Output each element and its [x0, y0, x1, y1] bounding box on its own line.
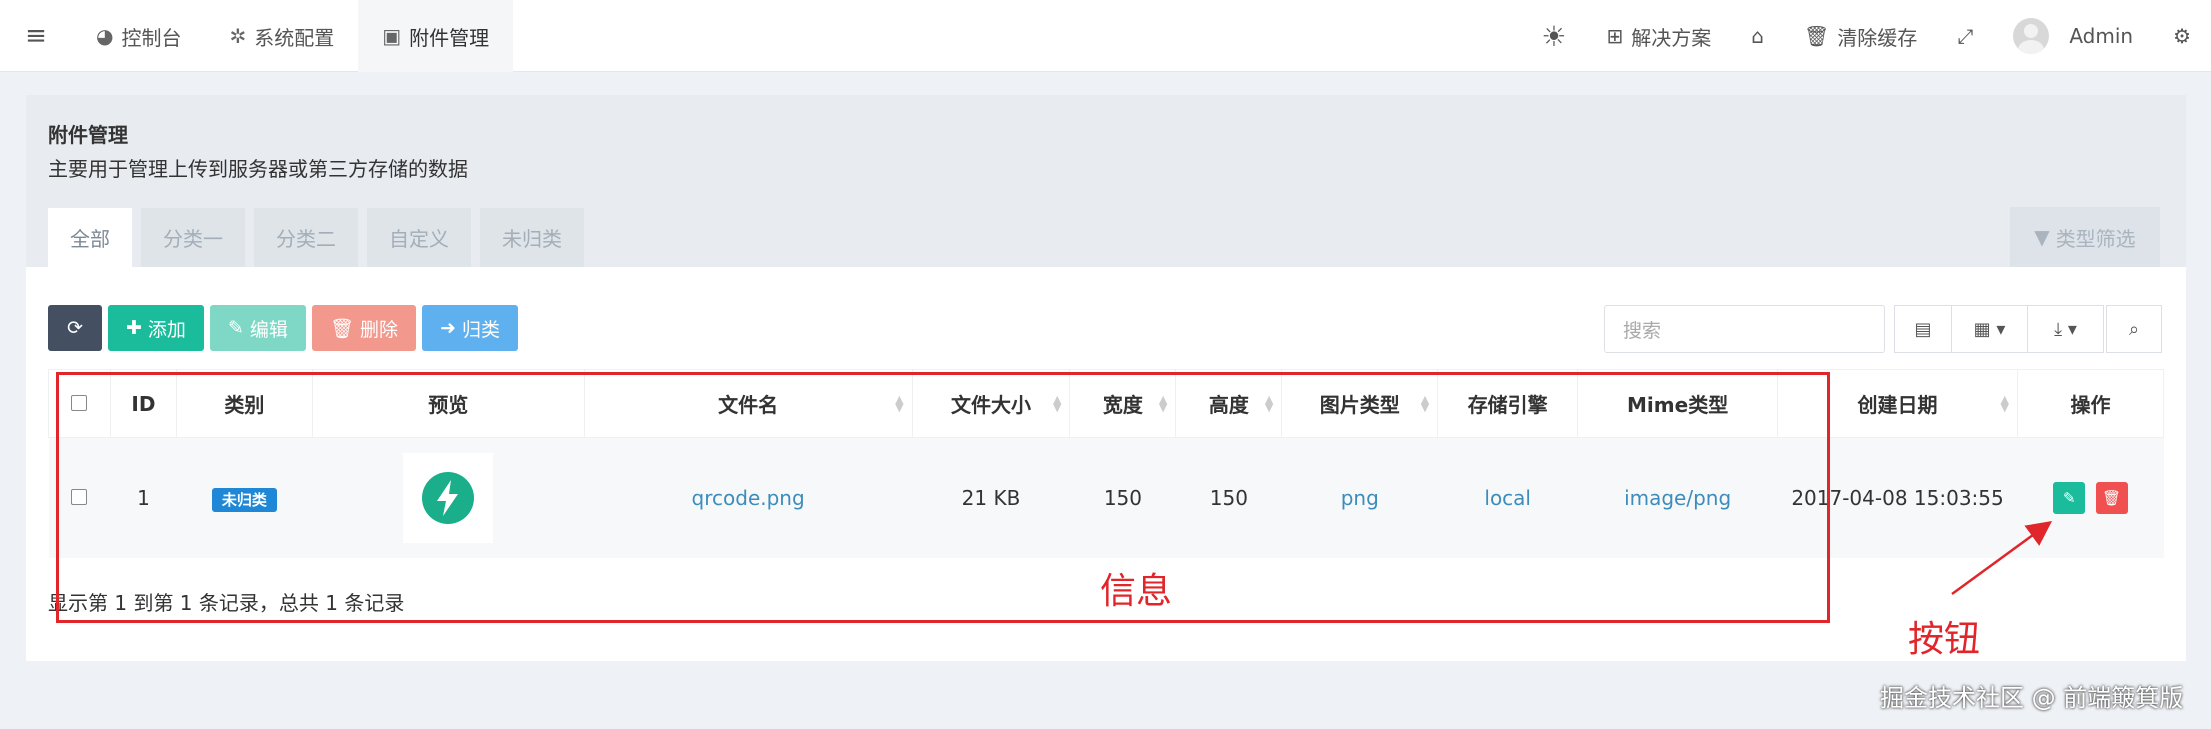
- annotation-label-info: 信息: [1100, 571, 1173, 612]
- toolbar: ⟳ ✚ 添加 ✎ 编辑 🗑 删除 ➜ 归类: [48, 305, 518, 351]
- menu-toggle-icon[interactable]: ≡: [0, 0, 72, 72]
- filter-icon: ▼: [2034, 225, 2050, 249]
- clear-cache-label: 清除缓存: [1837, 25, 1918, 50]
- nav-tab-label: 系统配置: [254, 25, 335, 50]
- image-icon: ▣: [382, 24, 402, 48]
- classify-label: 归类: [461, 318, 500, 341]
- nav-tab-config[interactable]: ✲ 系统配置: [205, 0, 358, 72]
- expand-icon: ⤢: [1957, 24, 1974, 48]
- trash-icon: 🗑: [2102, 488, 2122, 507]
- tab-unclassified[interactable]: 未归类: [480, 208, 584, 267]
- search-input[interactable]: 搜索: [1604, 305, 1885, 353]
- avatar: [2013, 18, 2050, 54]
- add-label: 添加: [147, 318, 186, 341]
- edit-button[interactable]: ✎ 编辑: [209, 305, 306, 351]
- type-filter-label: 类型筛选: [2055, 226, 2136, 251]
- dashboard-icon: ◕: [96, 24, 114, 48]
- tab-all[interactable]: 全部: [48, 208, 132, 267]
- columns-button[interactable]: ▦ ▾: [1952, 305, 2028, 353]
- annotation-arrow-icon: [1951, 521, 2053, 596]
- sun-icon: ☀: [1541, 19, 1567, 53]
- settings-button[interactable]: ⚙: [2153, 0, 2211, 72]
- grid-icon: ▦ ▾: [1973, 318, 2006, 340]
- refresh-button[interactable]: ⟳: [48, 305, 102, 351]
- gear-icon: ✲: [229, 24, 247, 48]
- tab-category-1[interactable]: 分类一: [141, 208, 245, 267]
- row-delete-button[interactable]: 🗑: [2095, 481, 2128, 514]
- solution-link[interactable]: ⊞ 解决方案: [1586, 0, 1731, 72]
- row-edit-button[interactable]: ✎: [2053, 481, 2086, 514]
- top-navbar: ≡ ◕ 控制台 ✲ 系统配置 ▣ 附件管理 ☀ ⊞ 解决方案 ⌂ 🗑 清除缓存: [0, 0, 2211, 72]
- add-button[interactable]: ✚ 添加: [108, 305, 204, 351]
- page-title: 附件管理: [48, 123, 128, 147]
- sitemap-icon: ⊞: [1606, 24, 1624, 48]
- tab-custom[interactable]: 自定义: [367, 208, 471, 267]
- list-icon: ▤: [1914, 318, 1932, 340]
- table-tools: ▤ ▦ ▾ ⤓ ▾: [1894, 305, 2104, 353]
- panel-heading: 附件管理 主要用于管理上传到服务器或第三方存储的数据 全部 分类一 分类二 自定…: [26, 95, 2186, 267]
- nav-tab-attachment[interactable]: ▣ 附件管理: [358, 0, 514, 72]
- annotation-label-buttons: 按钮: [1908, 619, 1981, 660]
- solution-label: 解决方案: [1631, 25, 1712, 50]
- clear-cache-link[interactable]: 🗑 清除缓存: [1784, 0, 1937, 72]
- username: Admin: [2069, 24, 2134, 48]
- annotation-box-info: [56, 372, 1830, 623]
- col-created-label: 创建日期: [1857, 393, 1938, 417]
- arrow-right-icon: ➜: [440, 317, 456, 339]
- sort-icon: ▲ ▼: [2000, 393, 2009, 414]
- col-actions: 操作: [2016, 369, 2165, 438]
- nav-tab-dashboard[interactable]: ◕ 控制台: [72, 0, 205, 72]
- search-button[interactable]: ⌕: [2106, 305, 2162, 353]
- trash-icon: 🗑: [329, 317, 354, 340]
- fullscreen-button[interactable]: ⤢: [1937, 0, 1993, 72]
- watermark: 掘金技术社区 @ 前端簸箕版: [1880, 684, 2184, 712]
- home-icon: ⌂: [1751, 24, 1764, 48]
- download-icon: ⤓ ▾: [2054, 318, 2077, 340]
- home-link[interactable]: ⌂: [1731, 0, 1784, 72]
- plus-icon: ✚: [126, 317, 142, 339]
- nav-tab-label: 控制台: [121, 25, 182, 50]
- edit-label: 编辑: [249, 318, 288, 341]
- classify-button[interactable]: ➜ 归类: [422, 305, 518, 351]
- gears-icon: ⚙: [2173, 24, 2191, 48]
- nav-tab-label: 附件管理: [409, 25, 490, 50]
- theme-toggle[interactable]: ☀: [1521, 0, 1586, 72]
- category-tabs: 全部 分类一 分类二 自定义 未归类: [48, 208, 584, 267]
- pencil-icon: ✎: [2063, 488, 2076, 507]
- page-description: 主要用于管理上传到服务器或第三方存储的数据: [48, 157, 468, 181]
- type-filter-button[interactable]: ▼ 类型筛选: [2010, 207, 2160, 267]
- search-icon: ⌕: [2128, 318, 2140, 340]
- toggle-view-button[interactable]: ▤: [1894, 305, 1952, 353]
- tab-category-2[interactable]: 分类二: [254, 208, 358, 267]
- trash-icon: 🗑: [1803, 24, 1830, 48]
- user-menu[interactable]: Admin: [1993, 0, 2153, 72]
- pencil-icon: ✎: [227, 317, 244, 339]
- delete-label: 删除: [360, 318, 399, 341]
- export-button[interactable]: ⤓ ▾: [2028, 305, 2104, 353]
- refresh-icon: ⟳: [67, 317, 83, 339]
- delete-button[interactable]: 🗑 删除: [311, 305, 417, 351]
